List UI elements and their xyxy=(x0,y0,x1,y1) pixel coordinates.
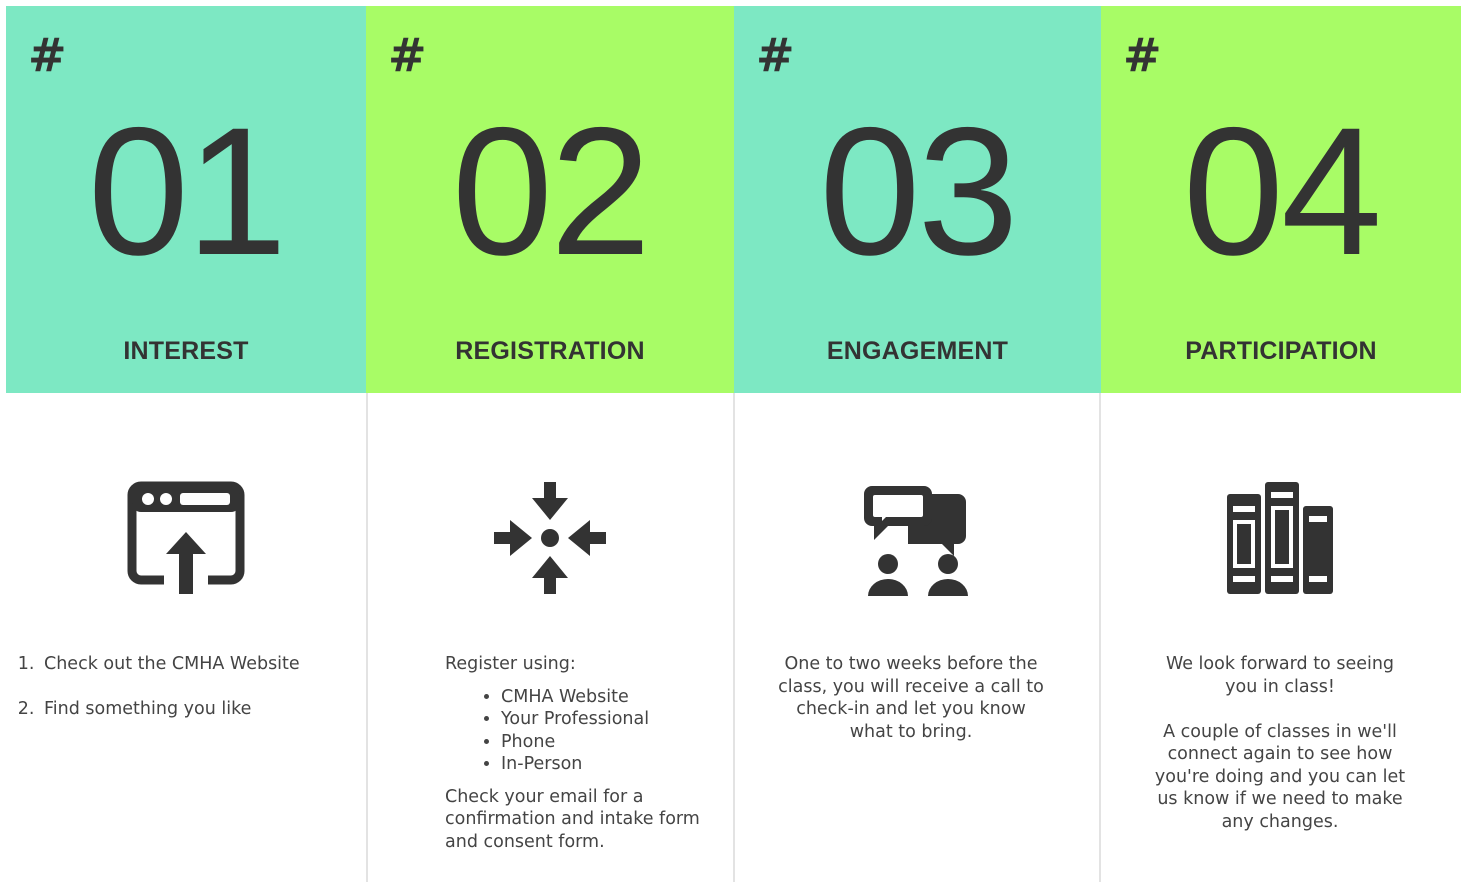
list-item: CMHA Website xyxy=(501,686,725,709)
step-description: We look forward to seeing you in class! … xyxy=(1149,653,1411,833)
books-icon xyxy=(1101,480,1461,599)
column-divider xyxy=(366,393,368,882)
registration-options: CMHA Website Your Professional Phone In-… xyxy=(445,686,725,776)
list-item: In-Person xyxy=(501,753,725,776)
column-divider xyxy=(733,393,735,882)
participation-text-1: We look forward to seeing you in class! xyxy=(1165,654,1395,697)
step-description: One to two weeks before the class, you w… xyxy=(778,654,1044,742)
list-item: Find something you like xyxy=(40,698,356,721)
list-item: Check out the CMHA Website xyxy=(40,653,356,676)
step-header-engagement: # 03 ENGAGEMENT xyxy=(734,6,1101,393)
converge-arrows-icon xyxy=(366,480,734,599)
step-number: 03 xyxy=(819,89,1018,293)
hash-symbol: # xyxy=(1123,28,1162,82)
step-header-registration: # 02 REGISTRATION xyxy=(366,6,734,393)
registration-intro: Register using: xyxy=(445,654,576,674)
interest-list: Check out the CMHA Website Find somethin… xyxy=(16,653,356,720)
browser-upload-icon xyxy=(6,480,366,599)
step-description: Register using: CMHA Website Your Profes… xyxy=(445,653,725,853)
step-column-3: # 03 ENGAGEMENT One to two weeks before … xyxy=(734,0,1101,882)
step-column-1: # 01 INTEREST Check out the CMHA Website… xyxy=(6,0,366,882)
registration-outro: Check your email for a confirmation and … xyxy=(445,786,700,852)
step-title: INTEREST xyxy=(123,337,249,365)
step-column-2: # 02 REGISTRATION Register using: CMHA W… xyxy=(366,0,734,882)
step-title: ENGAGEMENT xyxy=(826,337,1009,365)
step-header-participation: # 04 PARTICIPATION xyxy=(1101,6,1461,393)
step-title: PARTICIPATION xyxy=(1185,337,1377,365)
step-number: 01 xyxy=(87,89,287,293)
step-header-interest: # 01 INTEREST xyxy=(6,6,366,393)
column-divider xyxy=(1099,393,1101,882)
step-number: 02 xyxy=(451,89,651,293)
conversation-people-icon xyxy=(734,480,1101,604)
list-item: Your Professional xyxy=(501,708,725,731)
step-number: 04 xyxy=(1182,89,1382,293)
step-column-4: # 04 PARTICIPATION We look forward to se… xyxy=(1101,0,1461,882)
step-description: Check out the CMHA Website Find somethin… xyxy=(16,653,356,742)
participation-text-2: A couple of classes in we'll connect aga… xyxy=(1154,721,1406,832)
step-title: REGISTRATION xyxy=(455,337,645,365)
hash-symbol: # xyxy=(388,28,427,82)
hash-symbol: # xyxy=(756,28,795,82)
hash-symbol: # xyxy=(28,28,67,82)
list-item: Phone xyxy=(501,731,725,754)
